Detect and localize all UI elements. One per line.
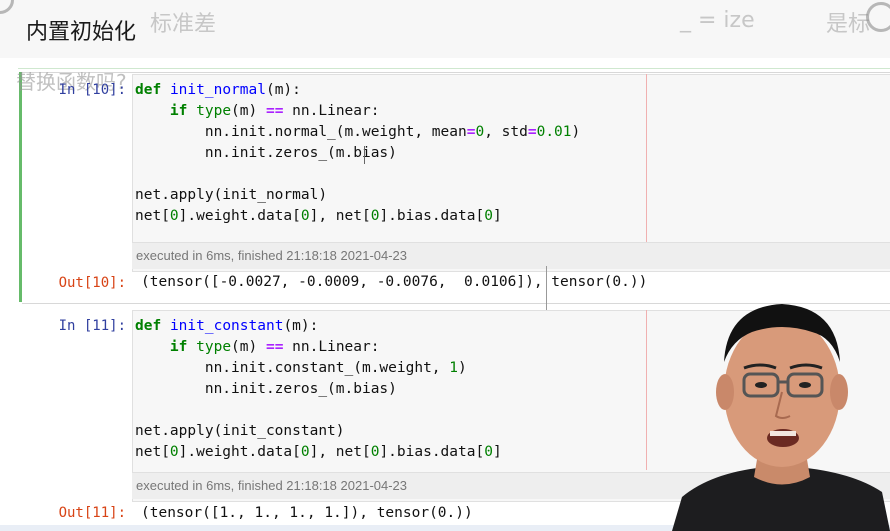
output-10: (tensor([-0.0027, -0.0009, -0.0076, 0.01… (141, 274, 648, 290)
ghost-caption-right: 是标 (826, 12, 871, 37)
ghost-caption-mid: _ = ize (680, 8, 755, 33)
divider (18, 68, 890, 69)
exec-info-10: executed in 6ms, finished 21:18:18 2021-… (132, 242, 890, 269)
cell-selection-indicator (19, 72, 22, 302)
code-line: net.apply(init_normal) (135, 187, 328, 203)
code-line: if type(m) == nn.Linear: (169, 339, 380, 355)
code-line: net.apply(init_constant) (135, 423, 345, 439)
code-line: nn.init.zeros_(m.bias) (135, 145, 397, 161)
code-block-11[interactable]: def init_constant(m): if type(m) == nn.L… (135, 316, 502, 463)
code-line: if type(m) == nn.Linear: (169, 103, 380, 119)
ghost-caption-left: 标准差 (150, 12, 217, 37)
text-cursor (364, 146, 365, 164)
code-line: net[0].weight.data[0], net[0].bias.data[… (135, 208, 502, 224)
person-video-icon (672, 292, 890, 531)
notebook-page: 内置初始化 标准差 _ = ize 是标 替换函数吗? In [10]: def… (0, 0, 890, 531)
code-line: def init_constant(m): (135, 318, 319, 334)
out-prompt-10: Out[10]: (58, 275, 126, 291)
code-block-10[interactable]: def init_normal(m): if type(m) == nn.Lin… (135, 80, 580, 227)
code-line: nn.init.normal_(m.weight, mean=0, std=0.… (135, 124, 581, 140)
line-length-ruler (646, 310, 647, 470)
code-line: def init_normal(m): (135, 82, 301, 98)
output-11: (tensor([1., 1., 1., 1.]), tensor(0.)) (141, 505, 473, 521)
mouse-cursor-icon (546, 266, 547, 312)
code-line: nn.init.zeros_(m.bias) (135, 381, 397, 397)
exec-info-text: executed in 6ms, finished 21:18:18 2021-… (136, 248, 408, 263)
out-prompt-11: Out[11]: (58, 505, 126, 521)
slide-title: 内置初始化 (26, 20, 137, 45)
line-length-ruler (646, 74, 647, 242)
in-prompt-10: In [10]: (58, 82, 126, 98)
in-prompt-11: In [11]: (58, 318, 126, 334)
code-line: nn.init.constant_(m.weight, 1) (135, 360, 467, 376)
exec-info-text: executed in 6ms, finished 21:18:18 2021-… (136, 478, 408, 493)
code-line: net[0].weight.data[0], net[0].bias.data[… (135, 444, 502, 460)
